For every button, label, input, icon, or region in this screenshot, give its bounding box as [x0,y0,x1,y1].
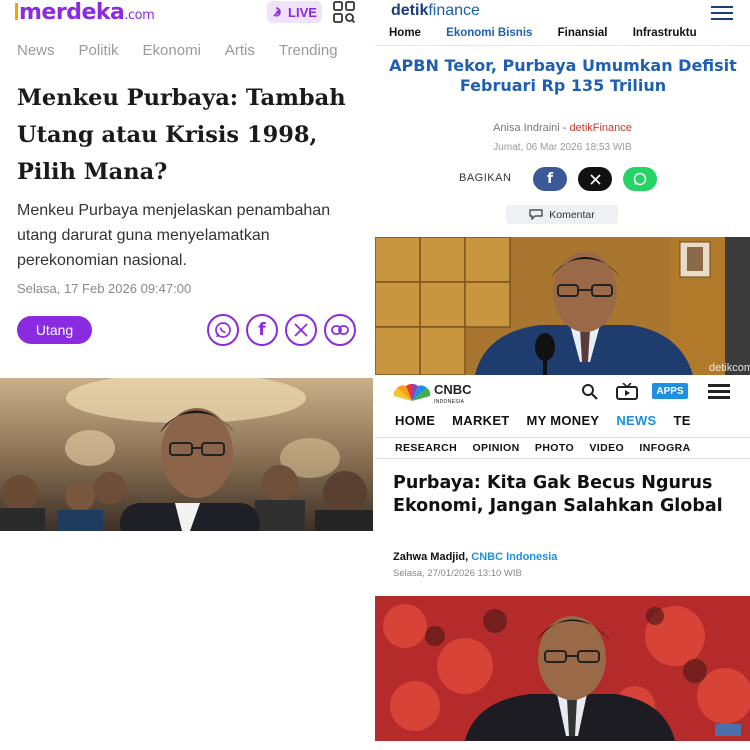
nav-video[interactable]: VIDEO [589,442,624,454]
x-icon [589,173,601,185]
comment-button[interactable]: Komentar [506,205,618,224]
photo-watermark: detikcom [709,362,750,374]
article-photo [375,596,750,741]
source-name[interactable]: detikFinance [570,122,632,134]
live-button[interactable]: LIVE [267,1,322,23]
live-label: LIVE [288,4,317,20]
facebook-icon: f [258,320,266,340]
nav-artis[interactable]: Artis [225,42,255,59]
peacock-logo-icon [393,384,431,401]
whatsapp-icon [215,322,231,338]
comment-label: Komentar [549,208,595,221]
cnbc-sub-nav: RESEARCH OPINION PHOTO VIDEO INFOGRA [375,437,750,459]
author-name[interactable]: Anisa Indraini [493,122,560,134]
hamburger-menu-icon[interactable] [711,6,733,20]
detikfinance-article-panel: detikfinance Home Ekonomi Bisnis Finansi… [375,0,750,375]
article-date: Jumat, 06 Mar 2026 18:53 WIB [493,142,632,153]
tag-utang-button[interactable]: Utang [17,316,92,344]
cnbc-logo[interactable]: CNBC INDONESIA [393,381,472,405]
nav-trending[interactable]: Trending [279,42,338,59]
nav-photo[interactable]: PHOTO [535,442,574,454]
facebook-icon: f [546,171,554,187]
link-icon [331,325,349,335]
nav-news[interactable]: News [17,42,55,59]
share-x-button[interactable] [285,314,317,346]
article-summary: Menkeu Purbaya menjelaskan penambahan ut… [17,202,331,269]
detik-header: detikfinance Home Ekonomi Bisnis Finansi… [375,0,750,46]
nav-politik[interactable]: Politik [79,42,119,59]
nav-news[interactable]: NEWS [616,413,656,428]
share-whatsapp-button[interactable] [207,314,239,346]
copy-link-button[interactable] [324,314,356,346]
menu-grid-icon[interactable] [333,1,355,23]
share-facebook-button[interactable]: f [246,314,278,346]
tv-icon[interactable] [616,383,638,400]
nav-market[interactable]: MARKET [452,413,509,428]
nav-my-money[interactable]: MY MONEY [526,413,599,428]
whatsapp-icon [633,172,647,186]
article-photo: detikcom [375,237,750,375]
x-icon [294,323,308,337]
live-broadcast-icon [273,7,281,17]
merdeka-category-nav: News Politik Ekonomi Artis Trending [17,42,362,59]
nav-infrastruktur[interactable]: Infrastruktu [633,27,697,39]
nav-ekonomi[interactable]: Ekonomi [143,42,201,59]
nav-home[interactable]: Home [389,27,421,39]
detikfinance-logo[interactable]: detikfinance [391,2,480,20]
article-title: Purbaya: Kita Gak Becus Ngurus Ekonomi, … [393,473,723,516]
article-byline: Anisa Indraini - detikFinance [493,122,632,134]
merdeka-article-panel: merdeka.com LIVE News Politik Ekonomi Ar… [0,0,373,750]
article-date: Selasa, 17 Feb 2026 09:47:00 [17,281,192,296]
share-facebook-button[interactable]: f [533,167,567,191]
merdeka-header: merdeka.com LIVE [0,0,373,30]
cnbc-article-panel: CNBC INDONESIA APPS HOME MARKET MY MONEY … [375,375,750,750]
nav-research[interactable]: RESEARCH [395,442,457,454]
search-icon[interactable] [581,383,598,400]
article-title: APBN Tekor, Purbaya Umumkan Defisit Febr… [389,56,737,95]
nav-ekonomi-bisnis[interactable]: Ekonomi Bisnis [446,27,532,39]
article-photo [0,378,373,531]
share-x-button[interactable] [578,167,612,191]
author-name[interactable]: Zahwa Madjid [393,551,465,563]
article-date: Selasa, 27/01/2026 13:10 WIB [393,568,522,579]
merdeka-logo[interactable]: merdeka.com [15,0,155,25]
cnbc-main-nav: HOME MARKET MY MONEY NEWS TE [395,413,704,428]
share-whatsapp-button[interactable] [623,167,657,191]
nav-tech[interactable]: TE [673,413,690,428]
article-byline: Zahwa Madjid, CNBC Indonesia [393,551,558,563]
nav-opinion[interactable]: OPINION [472,442,519,454]
comment-icon [529,209,543,220]
hamburger-menu-icon[interactable] [708,384,730,400]
article-title: Menkeu Purbaya: Tambah Utang atau Krisis… [17,85,346,185]
nav-home[interactable]: HOME [395,413,435,428]
nav-finansial[interactable]: Finansial [558,27,608,39]
detik-nav: Home Ekonomi Bisnis Finansial Infrastruk… [389,27,719,39]
share-label: BAGIKAN [459,172,512,184]
source-name[interactable]: CNBC Indonesia [471,551,557,563]
nav-infographic[interactable]: INFOGRA [639,442,690,454]
apps-button[interactable]: APPS [652,383,688,399]
